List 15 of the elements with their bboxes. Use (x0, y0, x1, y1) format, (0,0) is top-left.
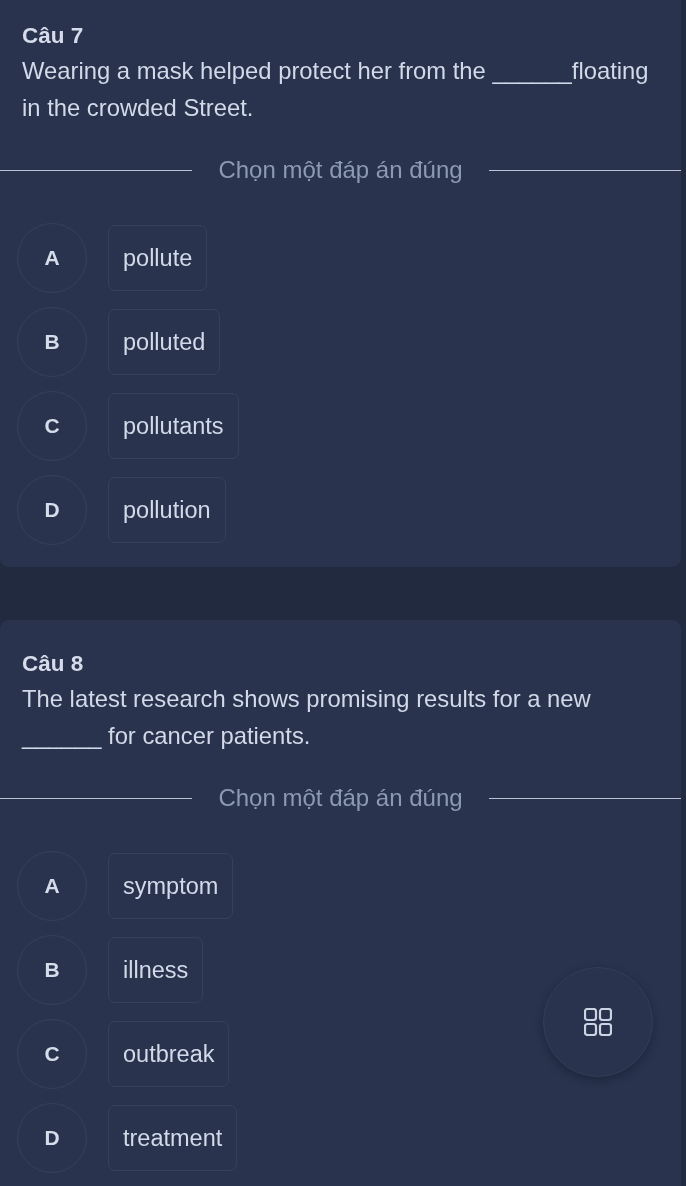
answer-option[interactable]: pollute (108, 225, 208, 291)
grid-icon (584, 1008, 612, 1036)
answer-option[interactable]: illness (108, 937, 204, 1003)
answer-option[interactable]: polluted (108, 309, 221, 375)
question-text: Wearing a mask helped protect her from the ______floating in the crowded Street. (21, 56, 650, 123)
question-number: Câu 8 (21, 650, 85, 678)
instruction-label: Chọn một đáp án đúng (218, 156, 463, 184)
answer-option[interactable]: treatment (108, 1105, 238, 1171)
instruction-label: Chọn một đáp án đúng (218, 784, 463, 812)
answer-option[interactable]: pollutants (108, 393, 239, 459)
answer-option[interactable]: outbreak (108, 1021, 230, 1087)
answer-option[interactable]: symptom (108, 853, 234, 919)
answer-option[interactable]: pollution (108, 477, 226, 543)
question-text: The latest research shows promising results for a new ______ for cancer patients. (20, 684, 592, 751)
question-number: Câu 7 (21, 22, 85, 50)
